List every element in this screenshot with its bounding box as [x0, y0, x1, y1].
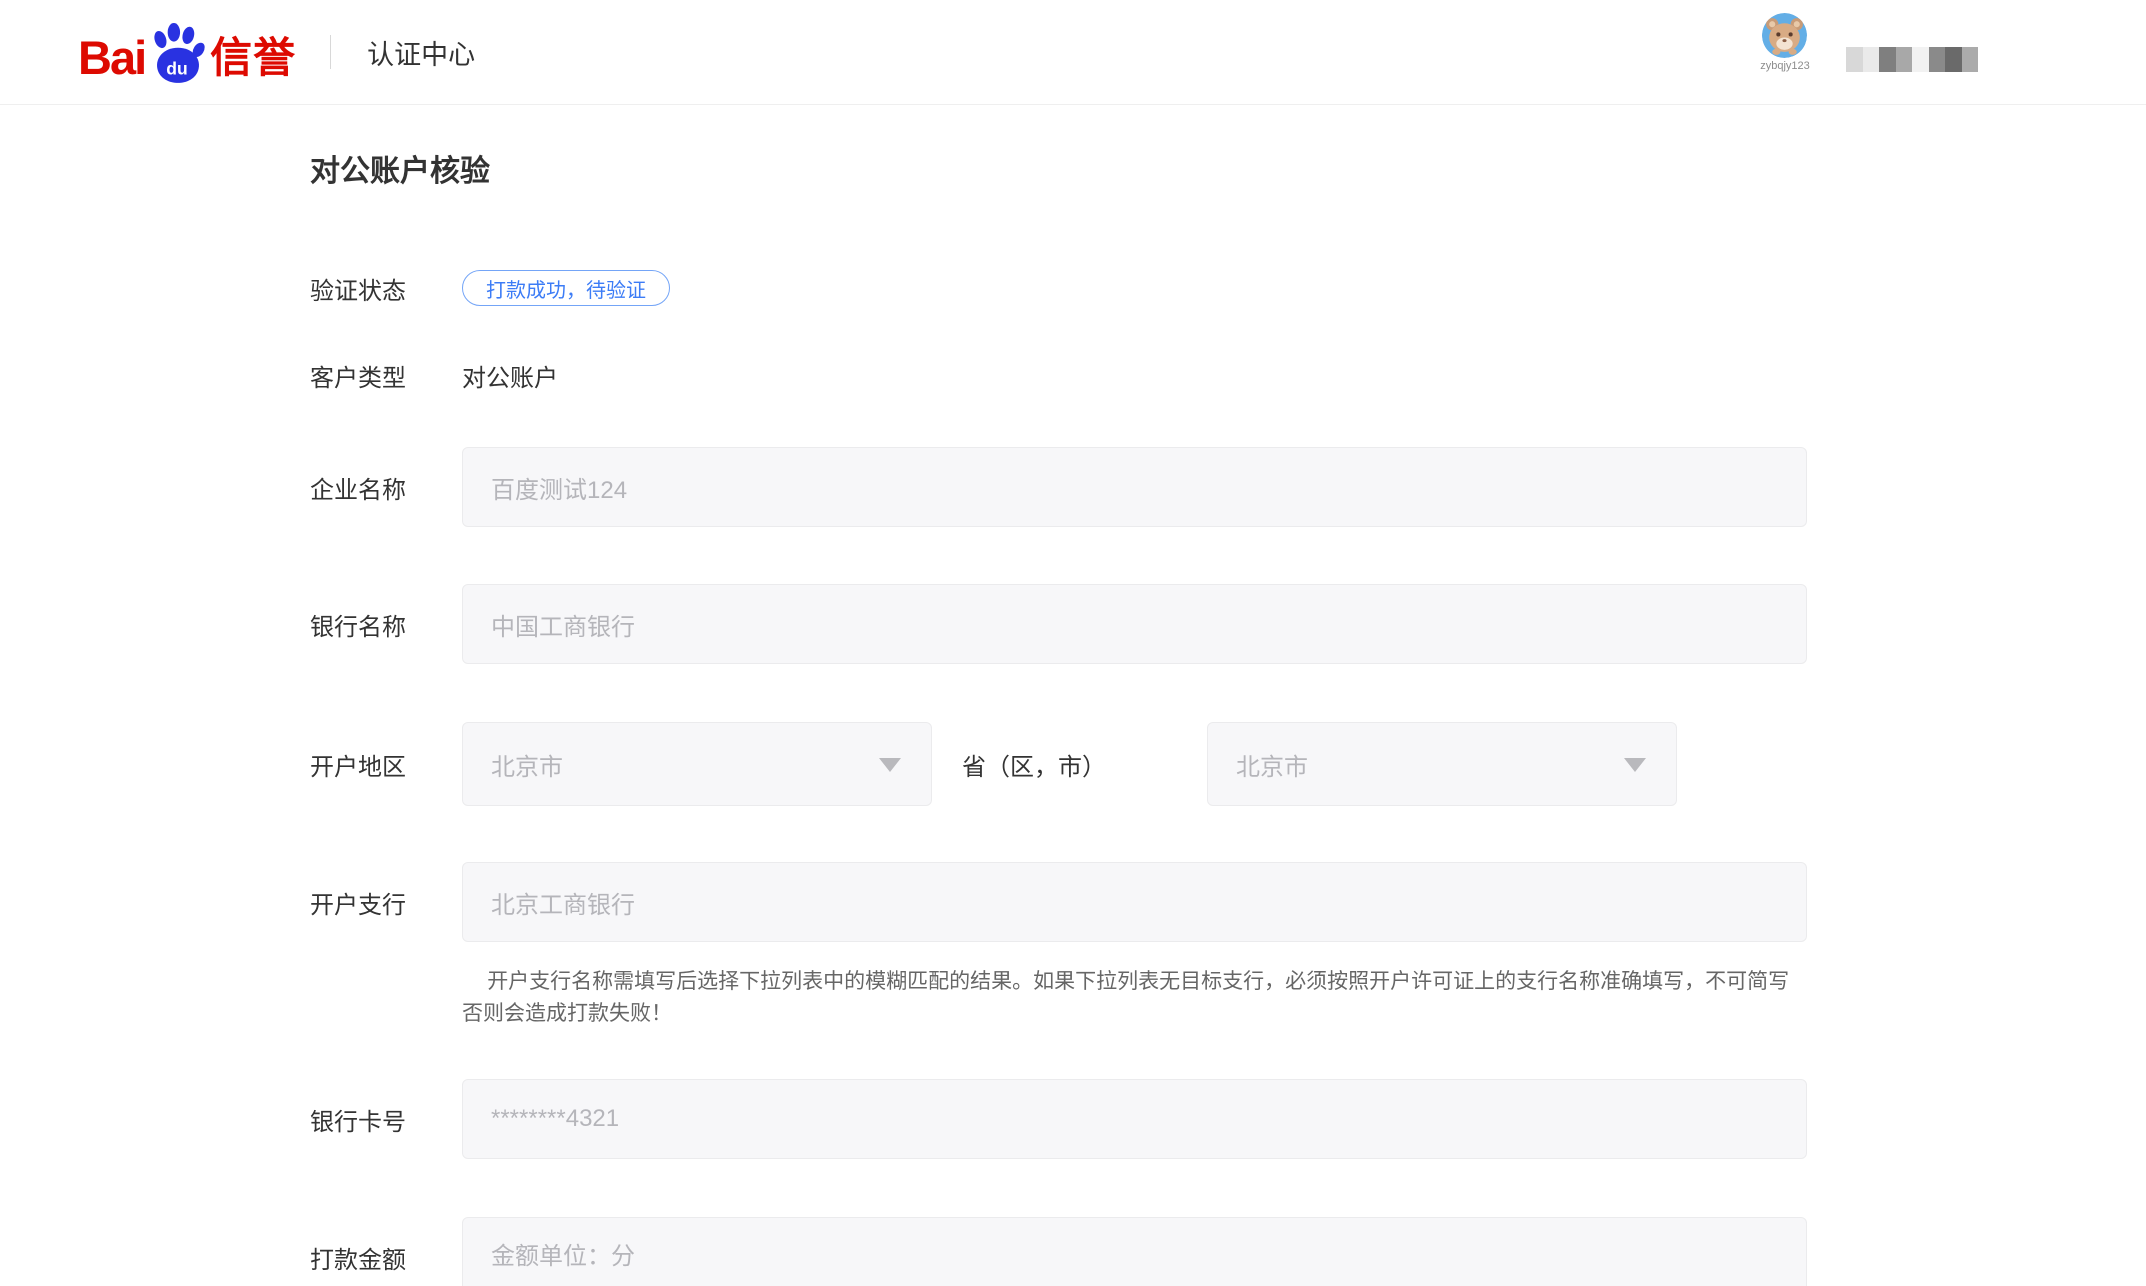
company-name-input[interactable]	[462, 447, 1807, 527]
customer-type-value: 对公账户	[462, 358, 558, 393]
chevron-down-icon	[879, 758, 901, 772]
username-label: zybqjy123	[1750, 60, 1820, 72]
chevron-down-icon	[1624, 758, 1646, 772]
province-select-value: 北京市	[491, 747, 563, 782]
header-title: 认证中心	[367, 33, 475, 72]
baidu-paw-icon: du	[147, 23, 209, 85]
card-number-row: 银行卡号	[310, 1079, 2146, 1159]
header-divider	[330, 35, 331, 69]
logo-text-xinyu: 信誉	[210, 37, 296, 79]
redacted-user-info	[1846, 47, 1978, 72]
bank-name-input[interactable]	[462, 584, 1807, 664]
baidu-xinyu-logo[interactable]: Bai du 信誉	[78, 23, 296, 81]
amount-label: 打款金额	[310, 1240, 462, 1275]
city-select-value: 北京市	[1236, 747, 1308, 782]
branch-help-text: 开户支行名称需填写后选择下拉列表中的模糊匹配的结果。如果下拉列表无目标支行，必须…	[462, 966, 1807, 1030]
amount-row: 打款金额	[310, 1217, 2146, 1286]
bank-name-row: 银行名称	[310, 584, 2146, 664]
city-select[interactable]: 北京市	[1207, 722, 1677, 806]
bank-name-label: 银行名称	[310, 607, 462, 642]
branch-label: 开户支行	[310, 885, 462, 920]
bear-avatar-icon	[1762, 13, 1807, 58]
company-name-row: 企业名称	[310, 447, 2146, 527]
card-number-input[interactable]	[462, 1079, 1807, 1159]
verify-status-label: 验证状态	[310, 271, 462, 306]
page-title: 对公账户核验	[310, 146, 2146, 190]
customer-type-label: 客户类型	[310, 358, 462, 393]
verify-status-row: 验证状态 打款成功，待验证	[310, 270, 2146, 306]
card-number-label: 银行卡号	[310, 1102, 462, 1137]
company-name-label: 企业名称	[310, 470, 462, 505]
user-avatar[interactable]	[1762, 13, 1807, 58]
region-row: 开户地区 北京市 省（区，市） 北京市	[310, 722, 2146, 806]
amount-input[interactable]	[462, 1217, 1807, 1286]
branch-input[interactable]	[462, 862, 1807, 942]
svg-text:du: du	[166, 59, 187, 79]
status-badge: 打款成功，待验证	[462, 270, 670, 306]
branch-row: 开户支行	[310, 862, 2146, 942]
main-content: 对公账户核验 验证状态 打款成功，待验证 客户类型 对公账户 企业名称 银行名称…	[0, 146, 2146, 1286]
province-select[interactable]: 北京市	[462, 722, 932, 806]
header: Bai du 信誉 认证中心 zybqjy123	[0, 0, 2146, 105]
region-label: 开户地区	[310, 747, 462, 782]
customer-type-row: 客户类型 对公账户	[310, 358, 2146, 393]
region-mid-label: 省（区，市）	[932, 747, 1207, 782]
logo-text-bai: Bai	[78, 34, 145, 81]
